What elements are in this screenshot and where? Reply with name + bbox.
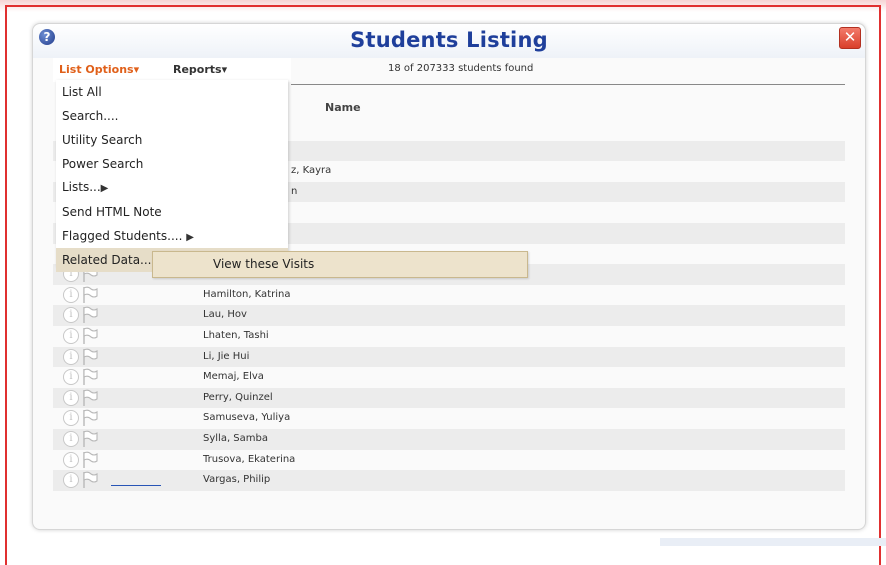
flag-icon[interactable]: [81, 286, 99, 304]
table-header-divider: [291, 84, 845, 85]
row-icons: i: [63, 409, 103, 427]
student-name[interactable]: Perry, Quinzel: [203, 392, 273, 403]
info-icon[interactable]: i: [63, 410, 79, 427]
menu-item-label: Lists...: [62, 180, 101, 194]
menu-item-search[interactable]: Search....: [62, 109, 118, 123]
info-icon[interactable]: i: [63, 286, 79, 303]
flag-icon[interactable]: [81, 306, 99, 324]
menu-item-label: Search....: [62, 109, 119, 123]
info-icon[interactable]: i: [63, 369, 79, 386]
menu-item-power-search[interactable]: Power Search: [62, 157, 143, 171]
flag-icon[interactable]: [81, 430, 99, 448]
close-button[interactable]: ✕: [839, 27, 861, 49]
menu-item-utility-search[interactable]: Utility Search: [62, 133, 142, 147]
reports-menu[interactable]: Reports▾: [173, 63, 227, 76]
row-icons: i: [63, 368, 103, 386]
table-row[interactable]: i Li, Jie Hui: [53, 346, 845, 368]
info-icon[interactable]: i: [63, 430, 79, 447]
info-icon[interactable]: i: [63, 307, 79, 324]
menu-item-label: Flagged Students....: [62, 229, 183, 243]
student-name[interactable]: Sylla, Samba: [203, 433, 268, 444]
row-icons: i: [63, 430, 103, 448]
row-icons: i: [63, 327, 103, 345]
menu-item-send-html-note[interactable]: Send HTML Note: [62, 205, 162, 219]
submenu-arrow-icon: ▶: [100, 183, 109, 194]
submenu-arrow-icon: ▶: [186, 232, 194, 243]
row-icons: i: [63, 348, 103, 366]
menu-item-label: List All: [62, 85, 102, 99]
row-icons: i: [63, 451, 103, 469]
table-row[interactable]: i Trusova, Ekaterina: [53, 450, 845, 471]
bottom-strip: [660, 538, 886, 546]
info-icon[interactable]: i: [63, 472, 79, 489]
close-icon: ✕: [843, 28, 857, 46]
table-row[interactable]: i Lau, Hov: [53, 305, 845, 326]
student-name[interactable]: Lau, Hov: [203, 309, 247, 320]
info-icon[interactable]: i: [63, 389, 79, 406]
student-name[interactable]: Vargas, Philip: [203, 474, 270, 485]
student-name[interactable]: Lhaten, Tashi: [203, 330, 269, 341]
table-row[interactable]: i Hamilton, Katrina: [53, 285, 845, 306]
list-options-dropdown: List All Search.... Utility Search Power…: [56, 80, 288, 272]
dialog-title: Students Listing: [350, 28, 548, 52]
list-options-label: List Options: [59, 63, 134, 76]
column-header-name[interactable]: Name: [325, 101, 361, 114]
menu-item-label: Send HTML Note: [62, 205, 162, 219]
table-row[interactable]: i Samuseva, Yuliya: [53, 408, 845, 429]
table-row[interactable]: i Lhaten, Tashi: [53, 326, 845, 347]
results-count: 18 of 207333 students found: [388, 63, 534, 74]
info-icon[interactable]: i: [63, 451, 79, 468]
menu-item-label: Utility Search: [62, 133, 143, 147]
list-options-menu[interactable]: List Options▾: [59, 63, 139, 76]
related-data-submenu: View these Visits: [152, 251, 528, 278]
student-name[interactable]: Memaj, Elva: [203, 371, 264, 382]
student-name[interactable]: z, Kayra: [291, 165, 331, 176]
flag-icon[interactable]: [81, 327, 99, 345]
flag-icon[interactable]: [81, 471, 99, 489]
table-row[interactable]: i Perry, Quinzel: [53, 387, 845, 409]
menu-item-view-these-visits[interactable]: View these Visits: [213, 257, 314, 271]
menu-item-label: Related Data....: [62, 253, 156, 267]
table-row[interactable]: i Vargas, Philip: [53, 470, 845, 491]
flag-icon[interactable]: [81, 451, 99, 469]
flag-icon[interactable]: [81, 368, 99, 386]
row-icons: i: [63, 389, 103, 407]
table-row[interactable]: i Memaj, Elva: [53, 367, 845, 388]
student-name[interactable]: n: [291, 186, 297, 197]
menu-item-lists[interactable]: Lists...▶: [62, 180, 108, 194]
info-icon[interactable]: i: [63, 348, 79, 365]
reports-label: Reports: [173, 63, 222, 76]
menu-item-list-all[interactable]: List All: [62, 85, 102, 99]
student-name[interactable]: Trusova, Ekaterina: [203, 454, 295, 465]
student-name[interactable]: Li, Jie Hui: [203, 351, 249, 362]
link-underline: [111, 485, 161, 487]
flag-icon[interactable]: [81, 348, 99, 366]
row-icons: i: [63, 306, 103, 324]
menu-item-label: Power Search: [62, 157, 144, 171]
student-name[interactable]: Samuseva, Yuliya: [203, 412, 290, 423]
flag-icon[interactable]: [81, 389, 99, 407]
info-icon[interactable]: i: [63, 327, 79, 344]
flag-icon[interactable]: [81, 409, 99, 427]
row-icons: i: [63, 471, 103, 489]
student-name[interactable]: Hamilton, Katrina: [203, 289, 290, 300]
chevron-down-icon: ▾: [221, 63, 228, 76]
table-row[interactable]: i Sylla, Samba: [53, 428, 845, 450]
row-icons: i: [63, 286, 103, 304]
menu-item-flagged-students[interactable]: Flagged Students.... ▶: [62, 229, 194, 243]
chevron-down-icon: ▾: [133, 63, 140, 76]
